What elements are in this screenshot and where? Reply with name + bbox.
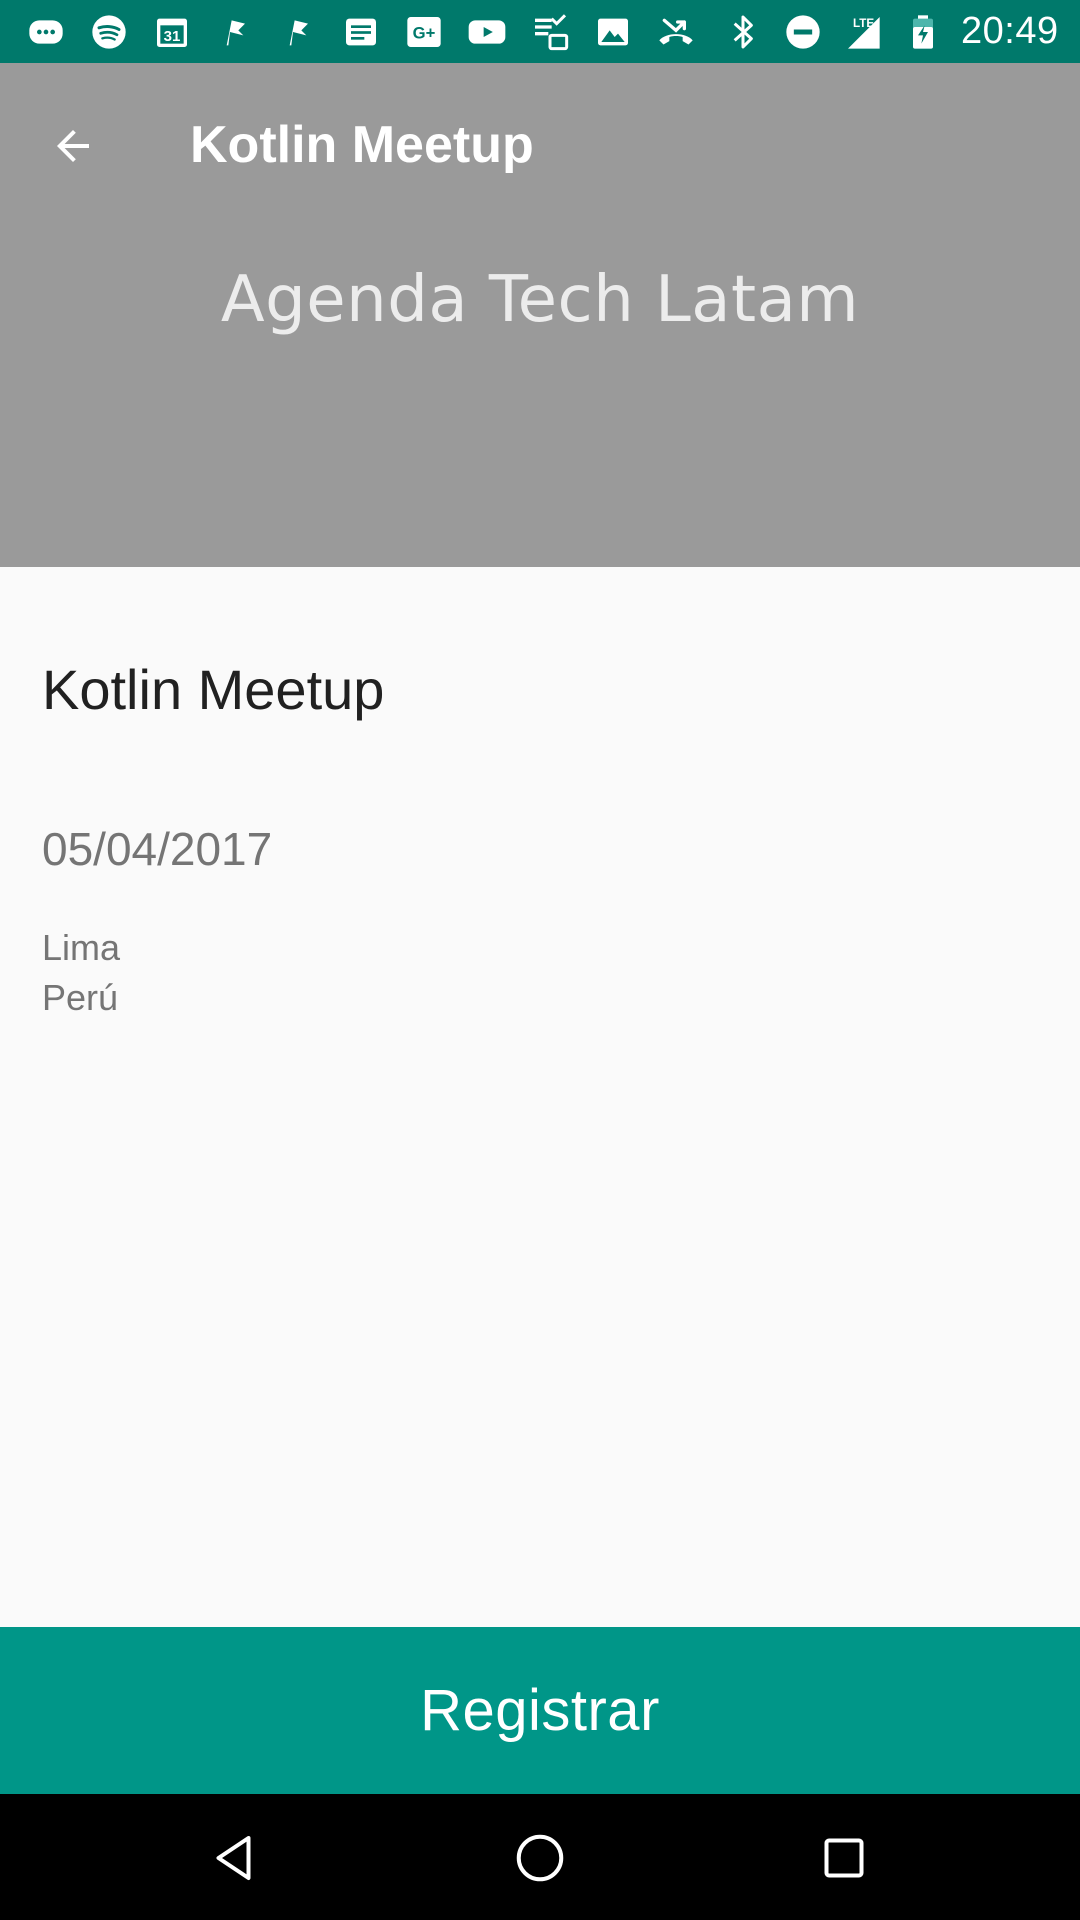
flag-icon: [274, 8, 322, 56]
system-icons: LTE 20:49: [715, 0, 1059, 63]
navigation-bar: [0, 1794, 1080, 1920]
event-city: Lima: [42, 927, 121, 968]
nav-recents-button[interactable]: [802, 1816, 886, 1900]
register-button[interactable]: Registrar: [0, 1627, 1080, 1794]
arrow-back-icon: [57, 130, 89, 162]
missed-call-icon: [652, 8, 700, 56]
calendar-day: 31: [164, 28, 181, 45]
google-plus-label: G+: [413, 23, 436, 42]
event-header-image: Kotlin Meetup Agenda Tech Latam: [0, 63, 1080, 567]
bluetooth-icon: [719, 8, 767, 56]
spotify-icon: [85, 8, 133, 56]
lte-label: LTE: [853, 17, 874, 30]
event-details: Kotlin Meetup 05/04/2017 Lima Perú: [0, 567, 1080, 1627]
nav-back-button[interactable]: [194, 1816, 278, 1900]
youtube-icon: [463, 8, 511, 56]
status-bar: 31 G+ LTE 20:49: [0, 0, 1080, 63]
toolbar-title: Kotlin Meetup: [190, 116, 534, 174]
status-time: 20:49: [961, 10, 1059, 52]
calendar-icon: 31: [148, 8, 196, 56]
nav-back-icon: [216, 1836, 251, 1880]
hero-image-text: Agenda Tech Latam: [220, 263, 860, 337]
flag-icon: [211, 8, 259, 56]
battery-icon: [899, 8, 947, 56]
lte-signal-icon: LTE: [839, 8, 887, 56]
news-icon: [337, 8, 385, 56]
google-plus-icon: G+: [400, 8, 448, 56]
photos-icon: [589, 8, 637, 56]
register-label: Registrar: [420, 1678, 660, 1743]
sync-icon: [526, 8, 574, 56]
nav-home-button[interactable]: [498, 1816, 582, 1900]
nav-recents-icon: [824, 1838, 864, 1878]
nav-home-icon: [516, 1834, 564, 1882]
messages-icon: [22, 8, 70, 56]
event-title: Kotlin Meetup: [42, 658, 385, 721]
event-date: 05/04/2017: [42, 823, 273, 875]
event-country: Perú: [42, 977, 119, 1018]
do-not-disturb-icon: [779, 8, 827, 56]
notification-icons: 31 G+: [22, 0, 715, 63]
back-button[interactable]: [30, 103, 116, 189]
